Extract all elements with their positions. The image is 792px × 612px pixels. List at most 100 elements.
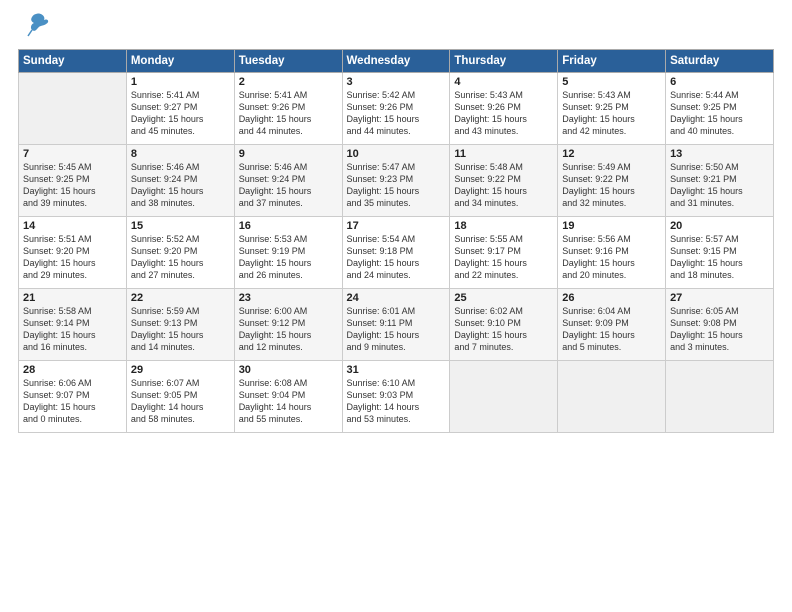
cell-content: Sunrise: 5:53 AM Sunset: 9:19 PM Dayligh… xyxy=(239,233,338,282)
calendar-cell xyxy=(666,361,774,433)
calendar-page: SundayMondayTuesdayWednesdayThursdayFrid… xyxy=(0,0,792,612)
calendar-cell: 7Sunrise: 5:45 AM Sunset: 9:25 PM Daylig… xyxy=(19,145,127,217)
cell-content: Sunrise: 5:41 AM Sunset: 9:27 PM Dayligh… xyxy=(131,89,230,138)
cell-content: Sunrise: 5:43 AM Sunset: 9:25 PM Dayligh… xyxy=(562,89,661,138)
day-header-monday: Monday xyxy=(126,50,234,73)
calendar-cell: 6Sunrise: 5:44 AM Sunset: 9:25 PM Daylig… xyxy=(666,73,774,145)
day-number: 27 xyxy=(670,292,769,304)
cell-content: Sunrise: 5:44 AM Sunset: 9:25 PM Dayligh… xyxy=(670,89,769,138)
calendar-cell: 4Sunrise: 5:43 AM Sunset: 9:26 PM Daylig… xyxy=(450,73,558,145)
week-row-1: 1Sunrise: 5:41 AM Sunset: 9:27 PM Daylig… xyxy=(19,73,774,145)
day-number: 8 xyxy=(131,148,230,160)
cell-content: Sunrise: 6:10 AM Sunset: 9:03 PM Dayligh… xyxy=(347,377,446,426)
calendar-cell: 13Sunrise: 5:50 AM Sunset: 9:21 PM Dayli… xyxy=(666,145,774,217)
header-row: SundayMondayTuesdayWednesdayThursdayFrid… xyxy=(19,50,774,73)
day-number: 13 xyxy=(670,148,769,160)
cell-content: Sunrise: 6:05 AM Sunset: 9:08 PM Dayligh… xyxy=(670,305,769,354)
cell-content: Sunrise: 6:01 AM Sunset: 9:11 PM Dayligh… xyxy=(347,305,446,354)
day-number: 24 xyxy=(347,292,446,304)
day-header-saturday: Saturday xyxy=(666,50,774,73)
cell-content: Sunrise: 5:59 AM Sunset: 9:13 PM Dayligh… xyxy=(131,305,230,354)
cell-content: Sunrise: 5:46 AM Sunset: 9:24 PM Dayligh… xyxy=(131,161,230,210)
day-number: 31 xyxy=(347,364,446,376)
calendar-cell: 28Sunrise: 6:06 AM Sunset: 9:07 PM Dayli… xyxy=(19,361,127,433)
day-number: 1 xyxy=(131,76,230,88)
cell-content: Sunrise: 5:58 AM Sunset: 9:14 PM Dayligh… xyxy=(23,305,122,354)
day-number: 12 xyxy=(562,148,661,160)
logo xyxy=(18,16,50,43)
day-number: 30 xyxy=(239,364,338,376)
day-header-friday: Friday xyxy=(558,50,666,73)
calendar-cell: 8Sunrise: 5:46 AM Sunset: 9:24 PM Daylig… xyxy=(126,145,234,217)
cell-content: Sunrise: 5:57 AM Sunset: 9:15 PM Dayligh… xyxy=(670,233,769,282)
week-row-2: 7Sunrise: 5:45 AM Sunset: 9:25 PM Daylig… xyxy=(19,145,774,217)
cell-content: Sunrise: 6:02 AM Sunset: 9:10 PM Dayligh… xyxy=(454,305,553,354)
day-number: 15 xyxy=(131,220,230,232)
cell-content: Sunrise: 6:00 AM Sunset: 9:12 PM Dayligh… xyxy=(239,305,338,354)
day-number: 19 xyxy=(562,220,661,232)
cell-content: Sunrise: 5:54 AM Sunset: 9:18 PM Dayligh… xyxy=(347,233,446,282)
cell-content: Sunrise: 5:46 AM Sunset: 9:24 PM Dayligh… xyxy=(239,161,338,210)
day-number: 10 xyxy=(347,148,446,160)
cell-content: Sunrise: 6:04 AM Sunset: 9:09 PM Dayligh… xyxy=(562,305,661,354)
calendar-cell: 25Sunrise: 6:02 AM Sunset: 9:10 PM Dayli… xyxy=(450,289,558,361)
week-row-5: 28Sunrise: 6:06 AM Sunset: 9:07 PM Dayli… xyxy=(19,361,774,433)
day-number: 7 xyxy=(23,148,122,160)
day-number: 4 xyxy=(454,76,553,88)
calendar-cell: 29Sunrise: 6:07 AM Sunset: 9:05 PM Dayli… xyxy=(126,361,234,433)
day-number: 25 xyxy=(454,292,553,304)
calendar-cell: 18Sunrise: 5:55 AM Sunset: 9:17 PM Dayli… xyxy=(450,217,558,289)
day-number: 16 xyxy=(239,220,338,232)
day-number: 22 xyxy=(131,292,230,304)
day-number: 21 xyxy=(23,292,122,304)
calendar-cell: 3Sunrise: 5:42 AM Sunset: 9:26 PM Daylig… xyxy=(342,73,450,145)
header xyxy=(18,16,774,43)
day-number: 2 xyxy=(239,76,338,88)
calendar-cell: 1Sunrise: 5:41 AM Sunset: 9:27 PM Daylig… xyxy=(126,73,234,145)
calendar-cell: 22Sunrise: 5:59 AM Sunset: 9:13 PM Dayli… xyxy=(126,289,234,361)
cell-content: Sunrise: 5:47 AM Sunset: 9:23 PM Dayligh… xyxy=(347,161,446,210)
day-number: 29 xyxy=(131,364,230,376)
cell-content: Sunrise: 5:43 AM Sunset: 9:26 PM Dayligh… xyxy=(454,89,553,138)
calendar-cell: 19Sunrise: 5:56 AM Sunset: 9:16 PM Dayli… xyxy=(558,217,666,289)
cell-content: Sunrise: 5:45 AM Sunset: 9:25 PM Dayligh… xyxy=(23,161,122,210)
cell-content: Sunrise: 5:48 AM Sunset: 9:22 PM Dayligh… xyxy=(454,161,553,210)
calendar-cell: 20Sunrise: 5:57 AM Sunset: 9:15 PM Dayli… xyxy=(666,217,774,289)
day-number: 17 xyxy=(347,220,446,232)
calendar-cell xyxy=(558,361,666,433)
day-number: 9 xyxy=(239,148,338,160)
day-number: 14 xyxy=(23,220,122,232)
day-number: 6 xyxy=(670,76,769,88)
calendar-cell: 24Sunrise: 6:01 AM Sunset: 9:11 PM Dayli… xyxy=(342,289,450,361)
logo-bird-icon xyxy=(22,10,50,43)
cell-content: Sunrise: 5:41 AM Sunset: 9:26 PM Dayligh… xyxy=(239,89,338,138)
day-number: 20 xyxy=(670,220,769,232)
day-header-wednesday: Wednesday xyxy=(342,50,450,73)
cell-content: Sunrise: 6:08 AM Sunset: 9:04 PM Dayligh… xyxy=(239,377,338,426)
cell-content: Sunrise: 6:06 AM Sunset: 9:07 PM Dayligh… xyxy=(23,377,122,426)
calendar-cell: 2Sunrise: 5:41 AM Sunset: 9:26 PM Daylig… xyxy=(234,73,342,145)
calendar-cell: 16Sunrise: 5:53 AM Sunset: 9:19 PM Dayli… xyxy=(234,217,342,289)
day-header-thursday: Thursday xyxy=(450,50,558,73)
calendar-cell: 15Sunrise: 5:52 AM Sunset: 9:20 PM Dayli… xyxy=(126,217,234,289)
calendar-cell: 27Sunrise: 6:05 AM Sunset: 9:08 PM Dayli… xyxy=(666,289,774,361)
cell-content: Sunrise: 5:42 AM Sunset: 9:26 PM Dayligh… xyxy=(347,89,446,138)
day-number: 3 xyxy=(347,76,446,88)
day-number: 11 xyxy=(454,148,553,160)
calendar-cell: 9Sunrise: 5:46 AM Sunset: 9:24 PM Daylig… xyxy=(234,145,342,217)
calendar-cell: 11Sunrise: 5:48 AM Sunset: 9:22 PM Dayli… xyxy=(450,145,558,217)
cell-content: Sunrise: 5:52 AM Sunset: 9:20 PM Dayligh… xyxy=(131,233,230,282)
day-header-sunday: Sunday xyxy=(19,50,127,73)
calendar-cell: 23Sunrise: 6:00 AM Sunset: 9:12 PM Dayli… xyxy=(234,289,342,361)
week-row-4: 21Sunrise: 5:58 AM Sunset: 9:14 PM Dayli… xyxy=(19,289,774,361)
calendar-cell: 14Sunrise: 5:51 AM Sunset: 9:20 PM Dayli… xyxy=(19,217,127,289)
cell-content: Sunrise: 5:51 AM Sunset: 9:20 PM Dayligh… xyxy=(23,233,122,282)
cell-content: Sunrise: 5:50 AM Sunset: 9:21 PM Dayligh… xyxy=(670,161,769,210)
week-row-3: 14Sunrise: 5:51 AM Sunset: 9:20 PM Dayli… xyxy=(19,217,774,289)
day-number: 5 xyxy=(562,76,661,88)
calendar-cell: 21Sunrise: 5:58 AM Sunset: 9:14 PM Dayli… xyxy=(19,289,127,361)
day-number: 28 xyxy=(23,364,122,376)
calendar-cell: 5Sunrise: 5:43 AM Sunset: 9:25 PM Daylig… xyxy=(558,73,666,145)
cell-content: Sunrise: 6:07 AM Sunset: 9:05 PM Dayligh… xyxy=(131,377,230,426)
calendar-cell: 10Sunrise: 5:47 AM Sunset: 9:23 PM Dayli… xyxy=(342,145,450,217)
